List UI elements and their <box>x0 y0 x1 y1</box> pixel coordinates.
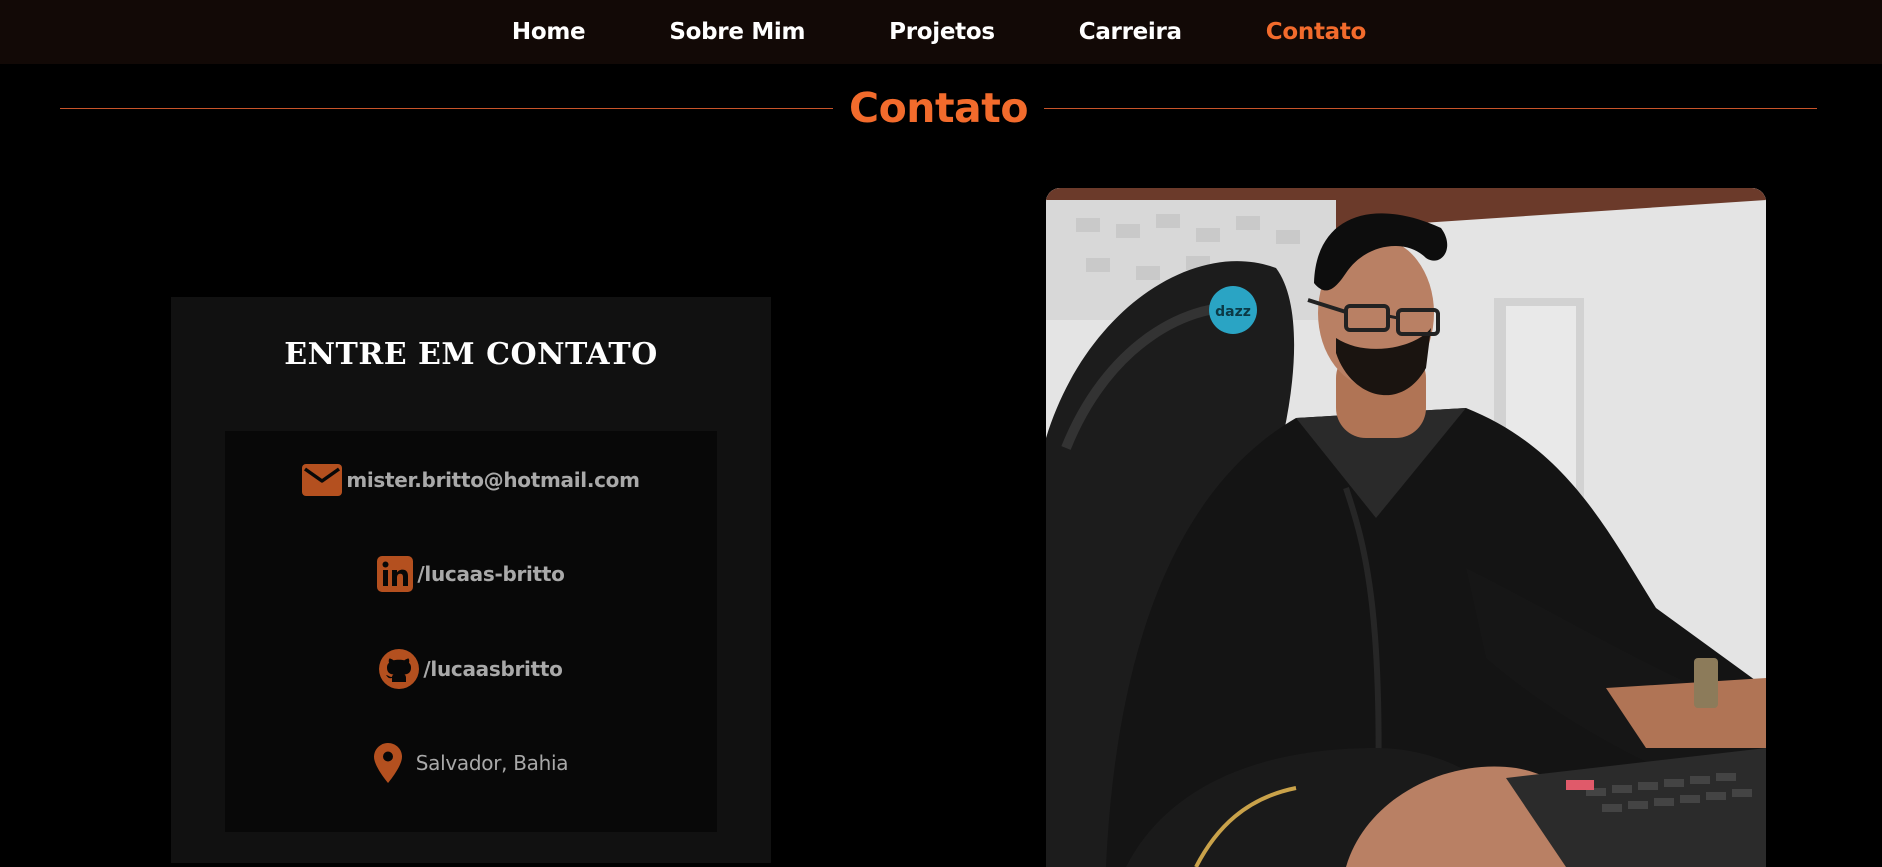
nav-item-carreira[interactable]: Carreira <box>1037 3 1224 61</box>
contact-list: mister.britto@hotmail.com /lucaas-britto <box>225 431 717 832</box>
contact-item-github[interactable]: /lucaasbritto <box>225 647 717 691</box>
section-title-row: Contato <box>60 80 1818 136</box>
github-icon <box>379 649 420 689</box>
top-navbar: Home Sobre Mim Projetos Carreira Contato <box>0 0 1882 64</box>
title-divider-left <box>60 107 834 109</box>
email-icon <box>302 464 343 496</box>
contact-item-linkedin[interactable]: /lucaas-britto <box>225 552 717 596</box>
contact-github-text: /lucaasbritto <box>423 657 563 681</box>
profile-photo: dazz <box>1046 188 1766 867</box>
contact-item-email[interactable]: mister.britto@hotmail.com <box>225 458 717 502</box>
section-title: Contato <box>849 84 1028 132</box>
nav-item-sobre-mim[interactable]: Sobre Mim <box>627 3 847 61</box>
contact-location-text: Salvador, Bahia <box>415 751 569 775</box>
nav-item-projetos[interactable]: Projetos <box>847 3 1037 61</box>
contact-item-location[interactable]: Salvador, Bahia <box>225 741 717 785</box>
contact-heading: ENTRE EM CONTATO <box>284 337 658 372</box>
title-divider-right <box>1044 107 1818 109</box>
contact-email-text: mister.britto@hotmail.com <box>346 468 640 492</box>
nav-item-home[interactable]: Home <box>470 3 627 61</box>
contact-card: ENTRE EM CONTATO mister.britto@hotmail.c… <box>171 297 771 863</box>
linkedin-icon <box>377 556 414 592</box>
chair-sticker-text: dazz <box>1215 304 1251 320</box>
nav-list: Home Sobre Mim Projetos Carreira Contato <box>470 3 1408 61</box>
location-pin-icon <box>373 743 402 783</box>
contact-linkedin-text: /lucaas-britto <box>417 562 565 586</box>
nav-item-contato[interactable]: Contato <box>1224 3 1408 61</box>
